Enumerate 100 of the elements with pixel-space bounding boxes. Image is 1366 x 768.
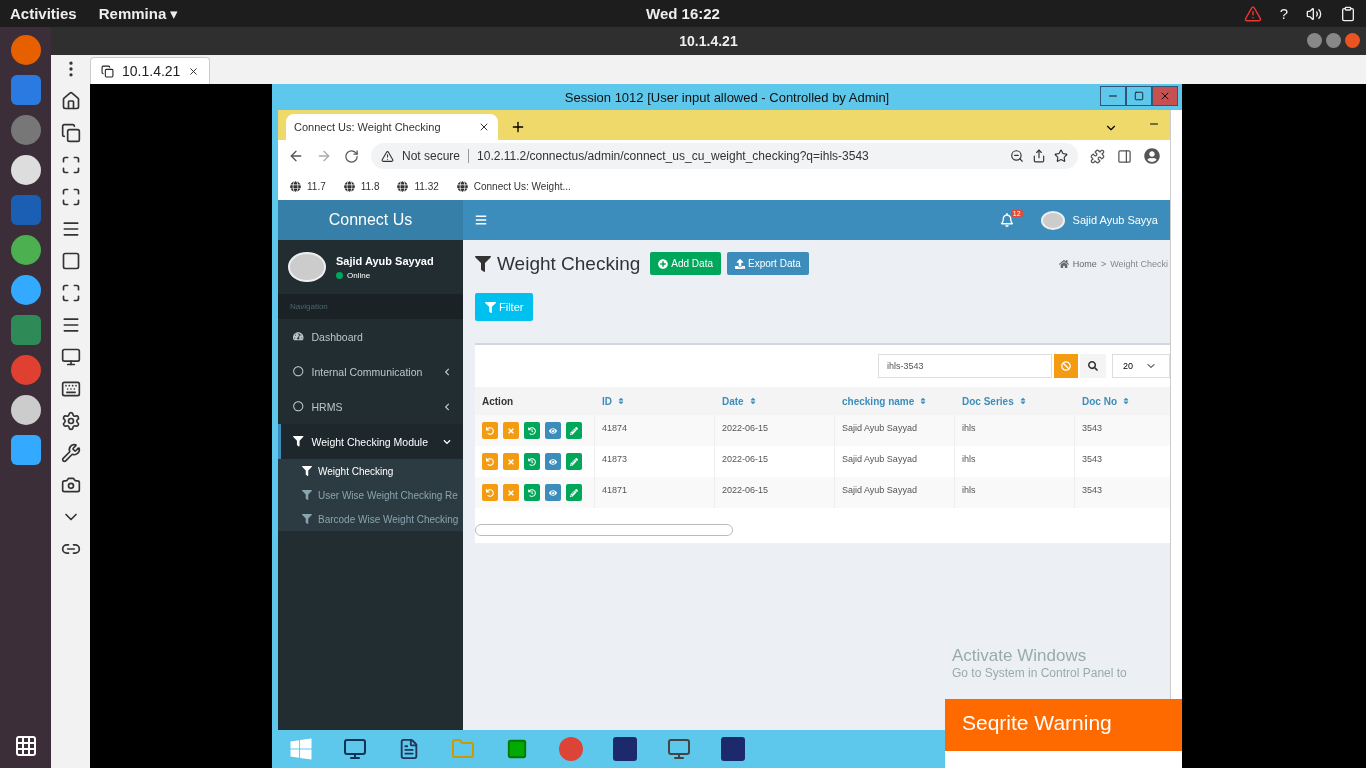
nav-item[interactable]: Dashboard [278,319,463,354]
pencil-icon [570,426,578,435]
fullscreen-icon[interactable] [60,187,81,207]
window-icon[interactable] [60,347,81,367]
history-button[interactable] [524,484,540,501]
filter-icon [302,514,312,524]
edit-button[interactable] [566,453,582,470]
close-icon [1159,90,1171,102]
new-tab-icon[interactable] [510,119,526,135]
profile-icon[interactable] [1144,148,1160,164]
view-button[interactable] [545,422,561,439]
pencil-icon [570,488,578,497]
maximize-button[interactable] [1326,33,1341,48]
copy-icon[interactable] [60,123,81,143]
table-cell: Sajid Ayub Sayyad [835,477,955,508]
plus-icon [658,258,669,269]
keyboard-icon[interactable] [60,379,81,399]
wrench-icon[interactable] [60,443,81,463]
dashboard-icon [293,331,304,342]
back-icon[interactable] [288,148,304,164]
browser-icon [559,737,583,761]
undo-icon [486,457,494,466]
dock-app-icon[interactable] [10,395,41,425]
star-icon[interactable] [1054,149,1068,163]
maximize-button[interactable] [1126,86,1152,106]
edit-button[interactable] [566,422,582,439]
nav-item[interactable]: HRMS [278,389,463,424]
clipboard-icon[interactable] [1340,5,1356,22]
search-button[interactable] [1080,354,1106,378]
view-button[interactable] [545,484,561,501]
dock-app-icon[interactable] [10,435,41,465]
bookmark-link[interactable]: Connect Us: Weight... [456,180,571,192]
breadcrumb-item: Weight Checki [1110,258,1168,269]
filter-icon [485,301,496,313]
warning-icon [381,149,394,163]
app-icon [721,737,745,761]
activities-button[interactable]: Activities [10,5,77,22]
close-icon[interactable] [188,65,200,77]
settings-icon[interactable] [60,411,81,431]
camera-icon[interactable] [60,475,81,495]
side-panel-icon[interactable] [1117,148,1132,164]
nav-subitem[interactable]: Barcode Wise Weight Checking [278,507,463,531]
globe-icon [456,180,468,192]
breadcrumb-separator: > [1100,258,1107,269]
close-icon [507,457,515,466]
history-button[interactable] [524,453,540,470]
dock-app-icon[interactable] [10,155,41,185]
caret-icon[interactable]: ▾ [170,4,179,23]
apps-grid-icon[interactable] [13,734,38,758]
upload-icon [735,258,745,269]
reload-icon[interactable] [344,148,359,164]
dock-app-icon[interactable] [10,235,41,265]
window-title: 10.1.4.21 [679,33,738,49]
app-logo[interactable]: Connect Us [278,200,463,240]
bookmark-link[interactable]: 11.32 [397,180,439,192]
history-button[interactable] [524,422,540,439]
fit-window-icon[interactable] [60,155,81,175]
minimize-button[interactable] [1100,86,1126,106]
close-icon[interactable] [478,121,490,133]
close-button[interactable] [1152,86,1178,106]
export-data-button[interactable]: Export Data [727,252,809,275]
filter-icon [302,466,312,476]
table-cell: 41871 [595,477,715,508]
volume-icon[interactable] [1306,5,1322,22]
online-status-dot [336,271,343,279]
session-tab[interactable]: 10.1.4.21 [90,57,211,84]
folder-icon [451,737,475,761]
clock[interactable]: Wed 16:22 [646,5,720,22]
view-button[interactable] [545,453,561,470]
nav-item[interactable]: Weight Checking Module [278,424,463,459]
edit-button[interactable] [566,484,582,501]
nav-subitem[interactable]: Weight Checking [278,459,463,483]
resize-icon[interactable] [60,283,81,303]
sort-icon [1018,397,1027,405]
user-menu[interactable]: Sajid Ayub Sayya [1072,214,1158,226]
sort-icon [919,397,928,405]
browser-tab[interactable]: Connect Us: Weight Checking [286,114,498,140]
store-icon [506,738,528,760]
bookmark-link[interactable]: 11.7 [290,180,326,192]
section-header: Navigation [278,294,463,319]
share-icon[interactable] [1032,149,1046,163]
page-size-select[interactable]: 20 [1112,354,1170,378]
zoom-out-icon[interactable] [1010,149,1024,163]
search-icon [1088,361,1098,371]
app-menu[interactable]: Remmina [98,5,167,22]
help-indicator[interactable]: ? [1279,5,1288,22]
pencil-icon [570,457,578,466]
address-bar[interactable]: Not secure 10.2.11.2/connectus/admin/connect_us_cu_weight_checking?q=ihls-3543 [371,143,1078,169]
notification-bell-icon[interactable] [999,213,1014,227]
breadcrumb-link[interactable]: Home [1072,258,1097,269]
minimize-button[interactable] [1307,33,1322,48]
nav-item[interactable]: Internal Communication [278,354,463,389]
close-button[interactable] [1345,33,1360,48]
nav-subitem[interactable]: User Wise Weight Checking Re [278,483,463,507]
bookmark-link[interactable]: 11.8 [343,180,380,192]
extensions-icon[interactable] [1090,148,1105,164]
warning-icon[interactable] [1243,4,1262,23]
home-icon[interactable] [60,91,81,111]
dock-app-icon[interactable] [10,275,41,305]
search-field[interactable]: ihls-3543 [878,354,1052,378]
